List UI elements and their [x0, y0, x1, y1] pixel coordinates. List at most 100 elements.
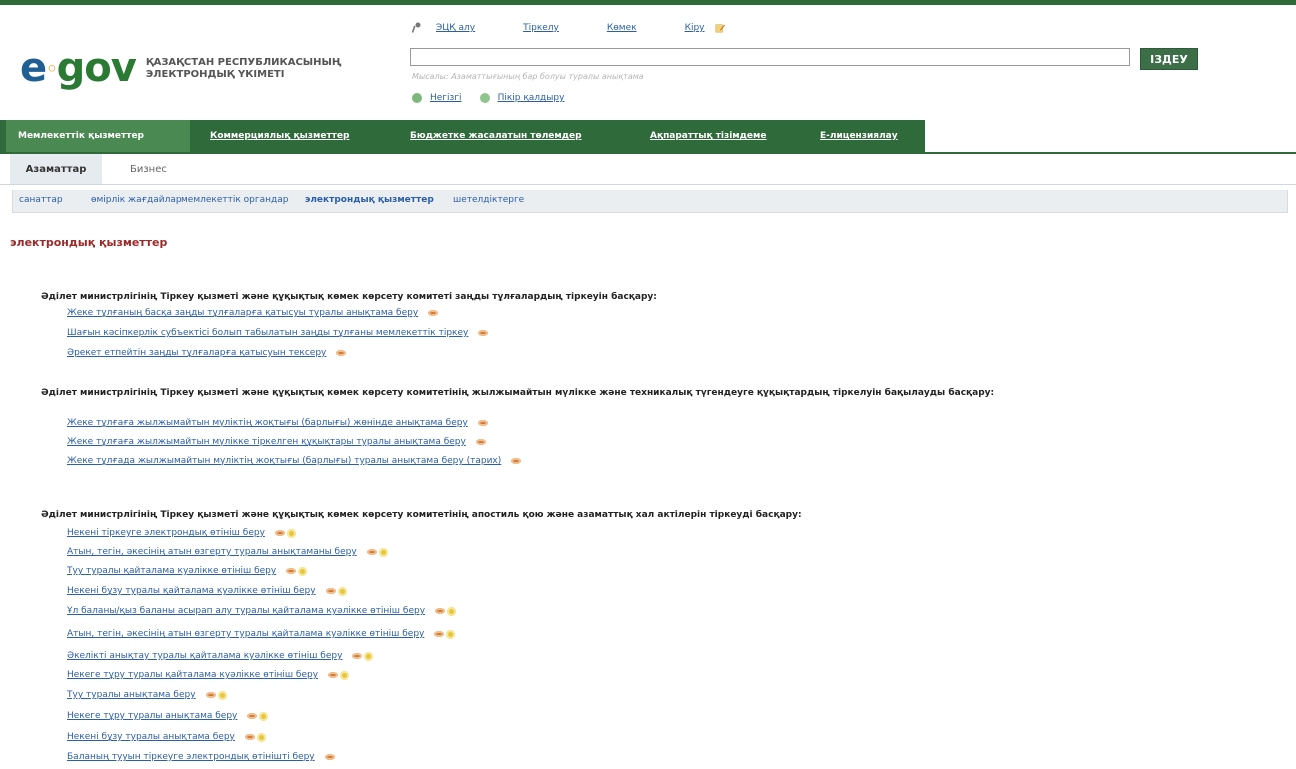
nav-label: Мемлекеттік қызметтер [18, 131, 144, 141]
nav-item-e-licensing[interactable]: Е-лицензиялау [820, 120, 898, 152]
top-link-register[interactable]: Тіркелу [523, 23, 559, 33]
service-link[interactable]: Туу туралы қайталама куәлікке өтініш бер… [67, 566, 276, 576]
logo-caption: ҚАЗАҚСТАН РЕСПУБЛИКАСЫНЫҢ ЭЛЕКТРОНДЫҚ ҮК… [146, 57, 342, 81]
info-icon[interactable] [477, 420, 488, 426]
service-item: Ұл баланы/қыз баланы асырап алу туралы қ… [67, 606, 457, 616]
online-service-icon[interactable] [217, 690, 227, 700]
key-icon [412, 22, 421, 33]
online-service-icon[interactable] [337, 586, 347, 596]
info-icon[interactable] [324, 754, 335, 760]
service-link[interactable]: Әрекет етпейтін заңды тұлғаларға қатысуы… [67, 348, 326, 358]
crumb-e-services[interactable]: электрондық қызметтер [305, 190, 434, 210]
service-link[interactable]: Некеге тұру туралы қайталама куәлікке өт… [67, 670, 318, 680]
header-sublinks: Негізгі Пікір қалдыру [412, 93, 582, 103]
service-item: Жеке тұлғаға жылжымайтын мүліктің жоқтығ… [67, 418, 488, 428]
nav-label: Бюджетке жасалатын төлемдер [410, 131, 582, 141]
info-icon[interactable] [274, 530, 285, 536]
info-icon[interactable] [244, 734, 255, 740]
info-icon[interactable] [286, 568, 297, 574]
nav-label: Е-лицензиялау [820, 131, 898, 141]
group-title: Әділет министрлігінің Тіркеу қызметі жән… [41, 292, 657, 302]
online-service-icon[interactable] [378, 547, 388, 557]
online-service-icon[interactable] [286, 528, 296, 538]
info-icon[interactable] [336, 350, 347, 356]
home-icon [412, 93, 422, 103]
nav-label: Коммерциялық қызметтер [210, 131, 350, 141]
service-item: Туу туралы анықтама беру [67, 690, 227, 700]
info-icon[interactable] [205, 692, 216, 698]
search-input[interactable] [410, 48, 1130, 66]
nav-item-budget-payments[interactable]: Бюджетке жасалатын төлемдер [410, 120, 582, 152]
crumb-life-situations[interactable]: өмірлік жағдайлар [91, 190, 182, 210]
online-service-icon[interactable] [447, 606, 457, 616]
edit-icon[interactable] [715, 22, 725, 34]
nav-item-gov-services[interactable]: Мемлекеттік қызметтер [6, 120, 190, 152]
info-icon[interactable] [478, 330, 489, 336]
link-home[interactable]: Негізгі [430, 93, 462, 103]
service-link[interactable]: Жеке тұлғаға жылжымайтын мүлікке тіркелг… [67, 437, 466, 447]
info-icon[interactable] [428, 310, 439, 316]
search-button[interactable]: ІЗДЕУ [1140, 48, 1198, 70]
info-icon[interactable] [325, 588, 336, 594]
service-link[interactable]: Әкелікті анықтау туралы қайталама куәлік… [67, 651, 342, 661]
info-icon[interactable] [366, 549, 377, 555]
service-item: Әкелікті анықтау туралы қайталама куәлік… [67, 651, 374, 661]
service-item: Туу туралы қайталама куәлікке өтініш бер… [67, 566, 308, 576]
service-item: Некеге тұру туралы анықтама беру [67, 711, 269, 721]
top-link-help[interactable]: Көмек [607, 23, 637, 33]
service-link[interactable]: Туу туралы анықтама беру [67, 690, 196, 700]
link-feedback[interactable]: Пікір қалдыру [498, 93, 565, 103]
crumb-gov-agencies[interactable]: мемлекеттік органдар [181, 190, 288, 210]
online-service-icon[interactable] [446, 629, 456, 639]
info-icon[interactable] [352, 653, 363, 659]
info-icon[interactable] [475, 439, 486, 445]
crumb-foreigners[interactable]: шетелдіктерге [453, 190, 524, 210]
info-icon[interactable] [511, 458, 522, 464]
nav-item-info-directory[interactable]: Ақпараттық тізімдеме [650, 120, 767, 152]
service-item: Жеке тұлғаға жылжымайтын мүлікке тіркелг… [67, 437, 486, 447]
group-title: Әділет министрлігінің Тіркеу қызметі жән… [41, 510, 802, 520]
logo-mark: e◦gov [20, 45, 137, 91]
service-item: Шағын кәсіпкерлік субъектісі болып табыл… [67, 328, 489, 338]
online-service-icon[interactable] [340, 670, 350, 680]
top-link-ecp[interactable]: ЭЦҚ алу [436, 23, 475, 33]
online-service-icon[interactable] [364, 651, 374, 661]
online-service-icon[interactable] [259, 711, 269, 721]
online-service-icon[interactable] [298, 566, 308, 576]
info-icon[interactable] [435, 608, 446, 614]
service-link[interactable]: Некені бұзу туралы қайталама куәлікке өт… [67, 586, 316, 596]
info-icon[interactable] [247, 713, 258, 719]
service-link[interactable]: Жеке тұлғада жылжымайтын мүліктің жоқтығ… [67, 456, 501, 466]
logo-gov: gov [56, 45, 137, 91]
service-link[interactable]: Некеге тұру туралы анықтама беру [67, 711, 237, 721]
service-link[interactable]: Некені тіркеуге электрондық өтініш беру [67, 528, 265, 538]
main-nav: Мемлекеттік қызметтер Коммерциялық қызме… [0, 120, 1296, 154]
logo-dot-icon: ◦ [46, 59, 57, 80]
tab-citizens[interactable]: Азаматтар [10, 154, 102, 184]
service-item: Баланың тууын тіркеуге электрондық өтіні… [67, 752, 335, 762]
nav-item-commercial[interactable]: Коммерциялық қызметтер [210, 120, 349, 152]
service-link[interactable]: Атын, тегін, әкесінің атын өзгерту турал… [67, 547, 357, 557]
info-icon[interactable] [434, 631, 445, 637]
tab-business[interactable]: Бизнес [130, 154, 167, 184]
service-item: Некені бұзу туралы анықтама беру [67, 732, 266, 742]
info-icon[interactable] [328, 672, 339, 678]
service-item: Әрекет етпейтін заңды тұлғаларға қатысуы… [67, 348, 347, 358]
service-link[interactable]: Жеке тұлғаның басқа заңды тұлғаларға қат… [67, 308, 418, 318]
egov-logo[interactable]: e◦gov ҚАЗАҚСТАН РЕСПУБЛИКАСЫНЫҢ ЭЛЕКТРОН… [20, 48, 341, 90]
logo-e: e [20, 45, 47, 91]
service-link[interactable]: Жеке тұлғаға жылжымайтын мүліктің жоқтығ… [67, 418, 468, 428]
service-link[interactable]: Шағын кәсіпкерлік субъектісі болып табыл… [67, 328, 468, 338]
service-item: Некені бұзу туралы қайталама куәлікке өт… [67, 586, 347, 596]
nav-label: Ақпараттық тізімдеме [650, 131, 767, 141]
logo-caption-line1: ҚАЗАҚСТАН РЕСПУБЛИКАСЫНЫҢ [145, 57, 342, 68]
service-link[interactable]: Некені бұзу туралы анықтама беру [67, 732, 235, 742]
top-accent-bar [0, 0, 1296, 5]
service-link[interactable]: Баланың тууын тіркеуге электрондық өтіні… [67, 752, 315, 762]
service-link[interactable]: Ұл баланы/қыз баланы асырап алу туралы қ… [67, 606, 425, 616]
crumb-categories[interactable]: санаттар [19, 190, 63, 210]
logo-caption-line2: ЭЛЕКТРОНДЫҚ ҮКІМЕТІ [145, 69, 285, 80]
online-service-icon[interactable] [256, 732, 266, 742]
service-link[interactable]: Атын, тегін, әкесінің атын өзгерту турал… [67, 629, 424, 639]
top-link-login[interactable]: Кіру [685, 23, 705, 33]
